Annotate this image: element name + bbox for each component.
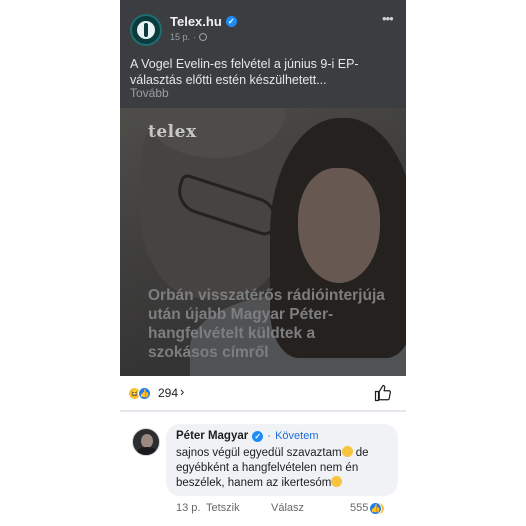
post-header: Telex.hu ✓ 15 p. · ••• A Vogel Evelin-es… bbox=[120, 0, 406, 108]
wink-emoji-icon bbox=[341, 446, 353, 457]
comment-actions: 13 p. Tetszik Válasz 555 😆 👍 bbox=[176, 502, 406, 516]
commenter-avatar[interactable] bbox=[132, 428, 160, 456]
comment-reaction-count[interactable]: 555 bbox=[350, 502, 368, 514]
follow-button[interactable]: Követem bbox=[275, 430, 318, 442]
page-name[interactable]: Telex.hu ✓ bbox=[170, 14, 237, 29]
thumbs-up-icon[interactable] bbox=[374, 384, 392, 402]
avatar-face bbox=[141, 434, 153, 448]
image-headline: Orbán visszatérős rádióinterjúja után új… bbox=[148, 287, 385, 361]
page-avatar[interactable] bbox=[130, 14, 162, 46]
chevron-right-icon[interactable]: › bbox=[180, 384, 184, 399]
post-image[interactable]: telex Orbán visszatérős rádióinterjúja u… bbox=[120, 108, 406, 376]
reaction-count[interactable]: 294 bbox=[158, 386, 178, 400]
reactions-bar: 😆 👍 294 › bbox=[120, 376, 406, 410]
see-more-link[interactable]: Tovább bbox=[130, 86, 169, 100]
laughing-emoji-icon bbox=[331, 476, 343, 487]
telex-logo-icon bbox=[137, 21, 155, 39]
post-text: A Vogel Evelin-es felvétel a június 9-i … bbox=[130, 57, 359, 87]
commenter-name-row: Péter Magyar ✓ · Követem bbox=[176, 430, 319, 442]
more-options-icon[interactable]: ••• bbox=[382, 11, 394, 26]
post-time[interactable]: 15 p. bbox=[170, 32, 190, 42]
verified-badge-icon: ✓ bbox=[252, 430, 264, 442]
comment-reply-button[interactable]: Válasz bbox=[271, 502, 304, 514]
commenter-name[interactable]: Péter Magyar bbox=[176, 430, 248, 442]
comments-divider bbox=[120, 410, 406, 412]
image-watermark: telex bbox=[148, 122, 197, 142]
phone-screen: Telex.hu ✓ 15 p. · ••• A Vogel Evelin-es… bbox=[120, 0, 406, 526]
page-name-text[interactable]: Telex.hu bbox=[170, 14, 222, 29]
comment-text-part1: sajnos végül egyedül szavaztam bbox=[176, 447, 342, 459]
avatar-body bbox=[136, 447, 158, 455]
meta-separator: · bbox=[193, 32, 197, 42]
comment-time[interactable]: 13 p. bbox=[176, 502, 200, 514]
comment-like-button[interactable]: Tetszik bbox=[206, 502, 240, 514]
comment-text: sajnos végül egyedül szavaztam de egyébk… bbox=[176, 446, 390, 491]
like-reaction-icon: 👍 bbox=[369, 502, 382, 515]
globe-icon bbox=[199, 33, 208, 41]
name-separator: · bbox=[267, 430, 272, 442]
reaction-icons[interactable]: 😆 👍 bbox=[128, 387, 151, 400]
comment-bubble: Péter Magyar ✓ · Követem sajnos végül eg… bbox=[166, 424, 398, 496]
like-reaction-icon: 👍 bbox=[138, 387, 151, 400]
verified-badge-icon: ✓ bbox=[225, 16, 237, 27]
post-meta: 15 p. · bbox=[170, 32, 208, 42]
